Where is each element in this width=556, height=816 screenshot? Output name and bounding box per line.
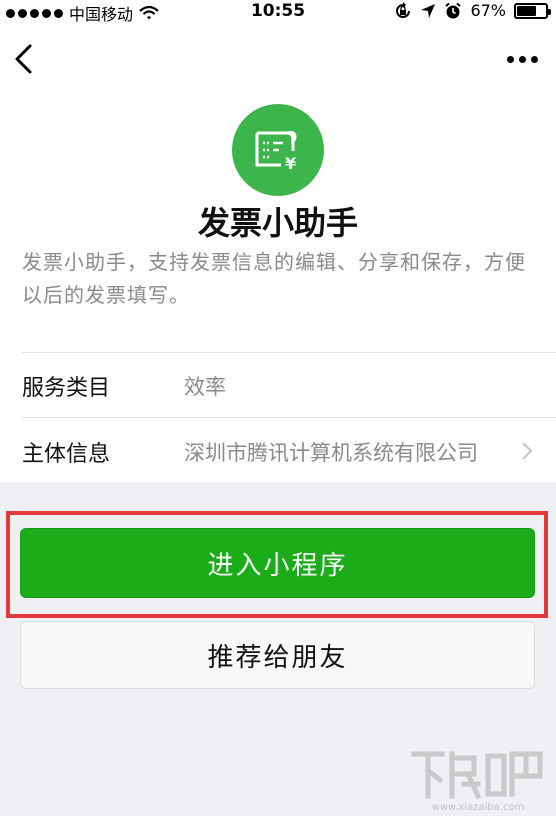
enter-mini-program-button[interactable]: 进入小程序 [20, 528, 535, 598]
service-category-label: 服务类目 [22, 376, 111, 401]
battery-percent: 67% [470, 1, 506, 20]
alarm-icon [445, 2, 462, 18]
watermark-url: www.xiazaiba.com [432, 802, 525, 813]
more-dots-icon[interactable] [507, 56, 538, 63]
mini-program-profile-card: ¥ 发票小助手 发票小助手，支持发票信息的编辑、分享和保存，方便以后的发票填写。… [0, 26, 556, 482]
app-description: 发票小助手，支持发票信息的编辑、分享和保存，方便以后的发票填写。 [22, 250, 526, 307]
entity-info-label: 主体信息 [22, 442, 111, 467]
xiazaiba-logo: www.xiazaiba.com [411, 751, 543, 813]
status-right: 67% [394, 1, 551, 20]
status-bar: 中国移动 10:55 67% [0, 0, 556, 26]
app-name: 发票小助手 [197, 204, 358, 242]
recommend-to-friend-button[interactable]: 推荐给朋友 [20, 621, 535, 689]
svg-text:¥: ¥ [285, 154, 296, 173]
battery-fill [517, 5, 536, 16]
battery-icon [514, 2, 551, 19]
orientation-lock-icon [396, 1, 411, 18]
location-icon [421, 3, 436, 18]
chevron-right-icon [522, 442, 533, 460]
invoice-glyph-icon: ¥ [255, 131, 297, 173]
entity-info-value: 深圳市腾讯计算机系统有限公司 [184, 441, 478, 465]
service-category-value: 效率 [184, 375, 226, 399]
entity-info-row[interactable]: 主体信息 深圳市腾讯计算机系统有限公司 [0, 418, 556, 482]
invoice-icon: ¥ [232, 104, 324, 196]
divider [22, 352, 556, 353]
chevron-left-icon[interactable] [10, 42, 40, 76]
